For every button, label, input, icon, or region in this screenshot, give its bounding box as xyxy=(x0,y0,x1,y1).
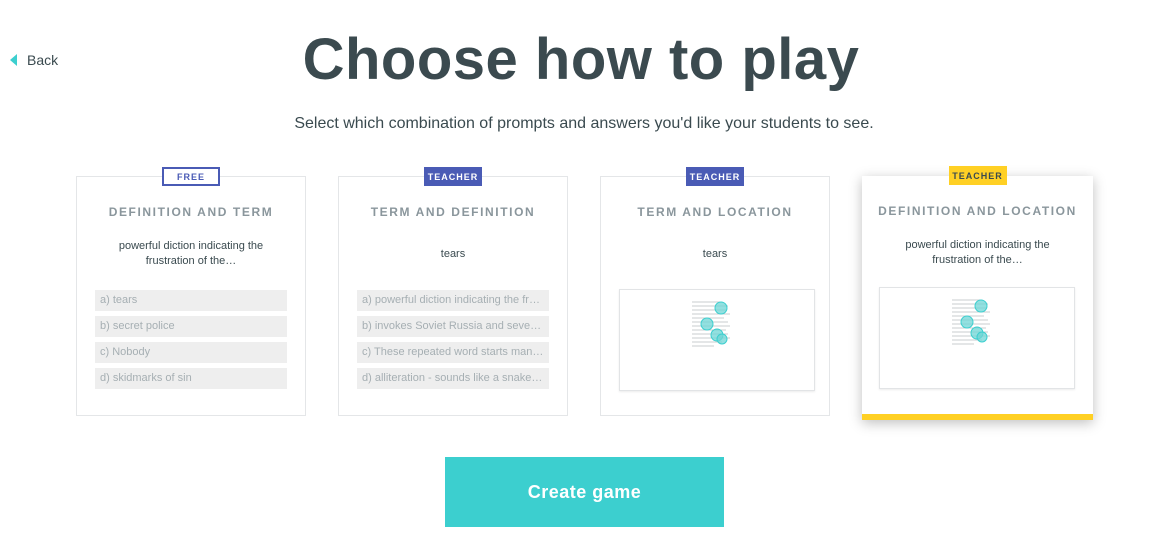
mode-card-definition-and-term[interactable]: FREE DEFINITION AND TERM powerful dictio… xyxy=(76,167,306,416)
free-badge: FREE xyxy=(162,167,220,186)
answer-option: a) powerful diction indicating the frust… xyxy=(357,290,549,311)
answer-option: b) secret police xyxy=(95,316,287,337)
card-prompt: powerful diction indicating the frustrat… xyxy=(118,240,264,267)
card-prompt: tears xyxy=(440,248,466,260)
answer-option: c) Nobody xyxy=(95,342,287,363)
page-title: Choose how to play xyxy=(302,27,860,92)
teacher-badge: TEACHER xyxy=(686,167,744,186)
card-prompt: tears xyxy=(702,248,728,260)
mode-card-term-and-definition[interactable]: TEACHER TERM AND DEFINITION tears a) pow… xyxy=(338,167,568,416)
answer-option: d) skidmarks of sin xyxy=(95,368,287,389)
card-prompt: powerful diction indicating the frustrat… xyxy=(905,239,1050,266)
answer-option: d) alliteration - sounds like a snake hi… xyxy=(357,368,549,389)
document-map-icon xyxy=(692,301,730,347)
answer-list: a) tears b) secret police c) Nobody d) s… xyxy=(95,290,287,394)
page-subtitle: Select which combination of prompts and … xyxy=(294,115,874,132)
create-game-button[interactable]: Create game xyxy=(445,457,724,527)
location-preview xyxy=(619,289,815,391)
document-map-icon xyxy=(952,299,990,345)
card-title: DEFINITION AND TERM xyxy=(108,205,274,219)
location-preview xyxy=(879,287,1075,389)
teacher-badge: TEACHER xyxy=(424,167,482,186)
mode-card-definition-and-location[interactable]: TEACHER DEFINITION AND LOCATION powerful… xyxy=(862,166,1093,420)
answer-option: a) tears xyxy=(95,290,287,311)
mode-card-term-and-location[interactable]: TEACHER TERM AND LOCATION tears xyxy=(600,167,830,416)
answer-list: a) powerful diction indicating the frust… xyxy=(357,290,549,394)
teacher-badge: TEACHER xyxy=(948,166,1007,185)
answer-option: c) These repeated word starts many lines xyxy=(357,342,549,363)
card-title: DEFINITION AND LOCATION xyxy=(878,204,1077,218)
card-title: TERM AND LOCATION xyxy=(637,205,793,219)
answer-option: b) invokes Soviet Russia and severe puni… xyxy=(357,316,549,337)
card-title: TERM AND DEFINITION xyxy=(370,205,536,219)
